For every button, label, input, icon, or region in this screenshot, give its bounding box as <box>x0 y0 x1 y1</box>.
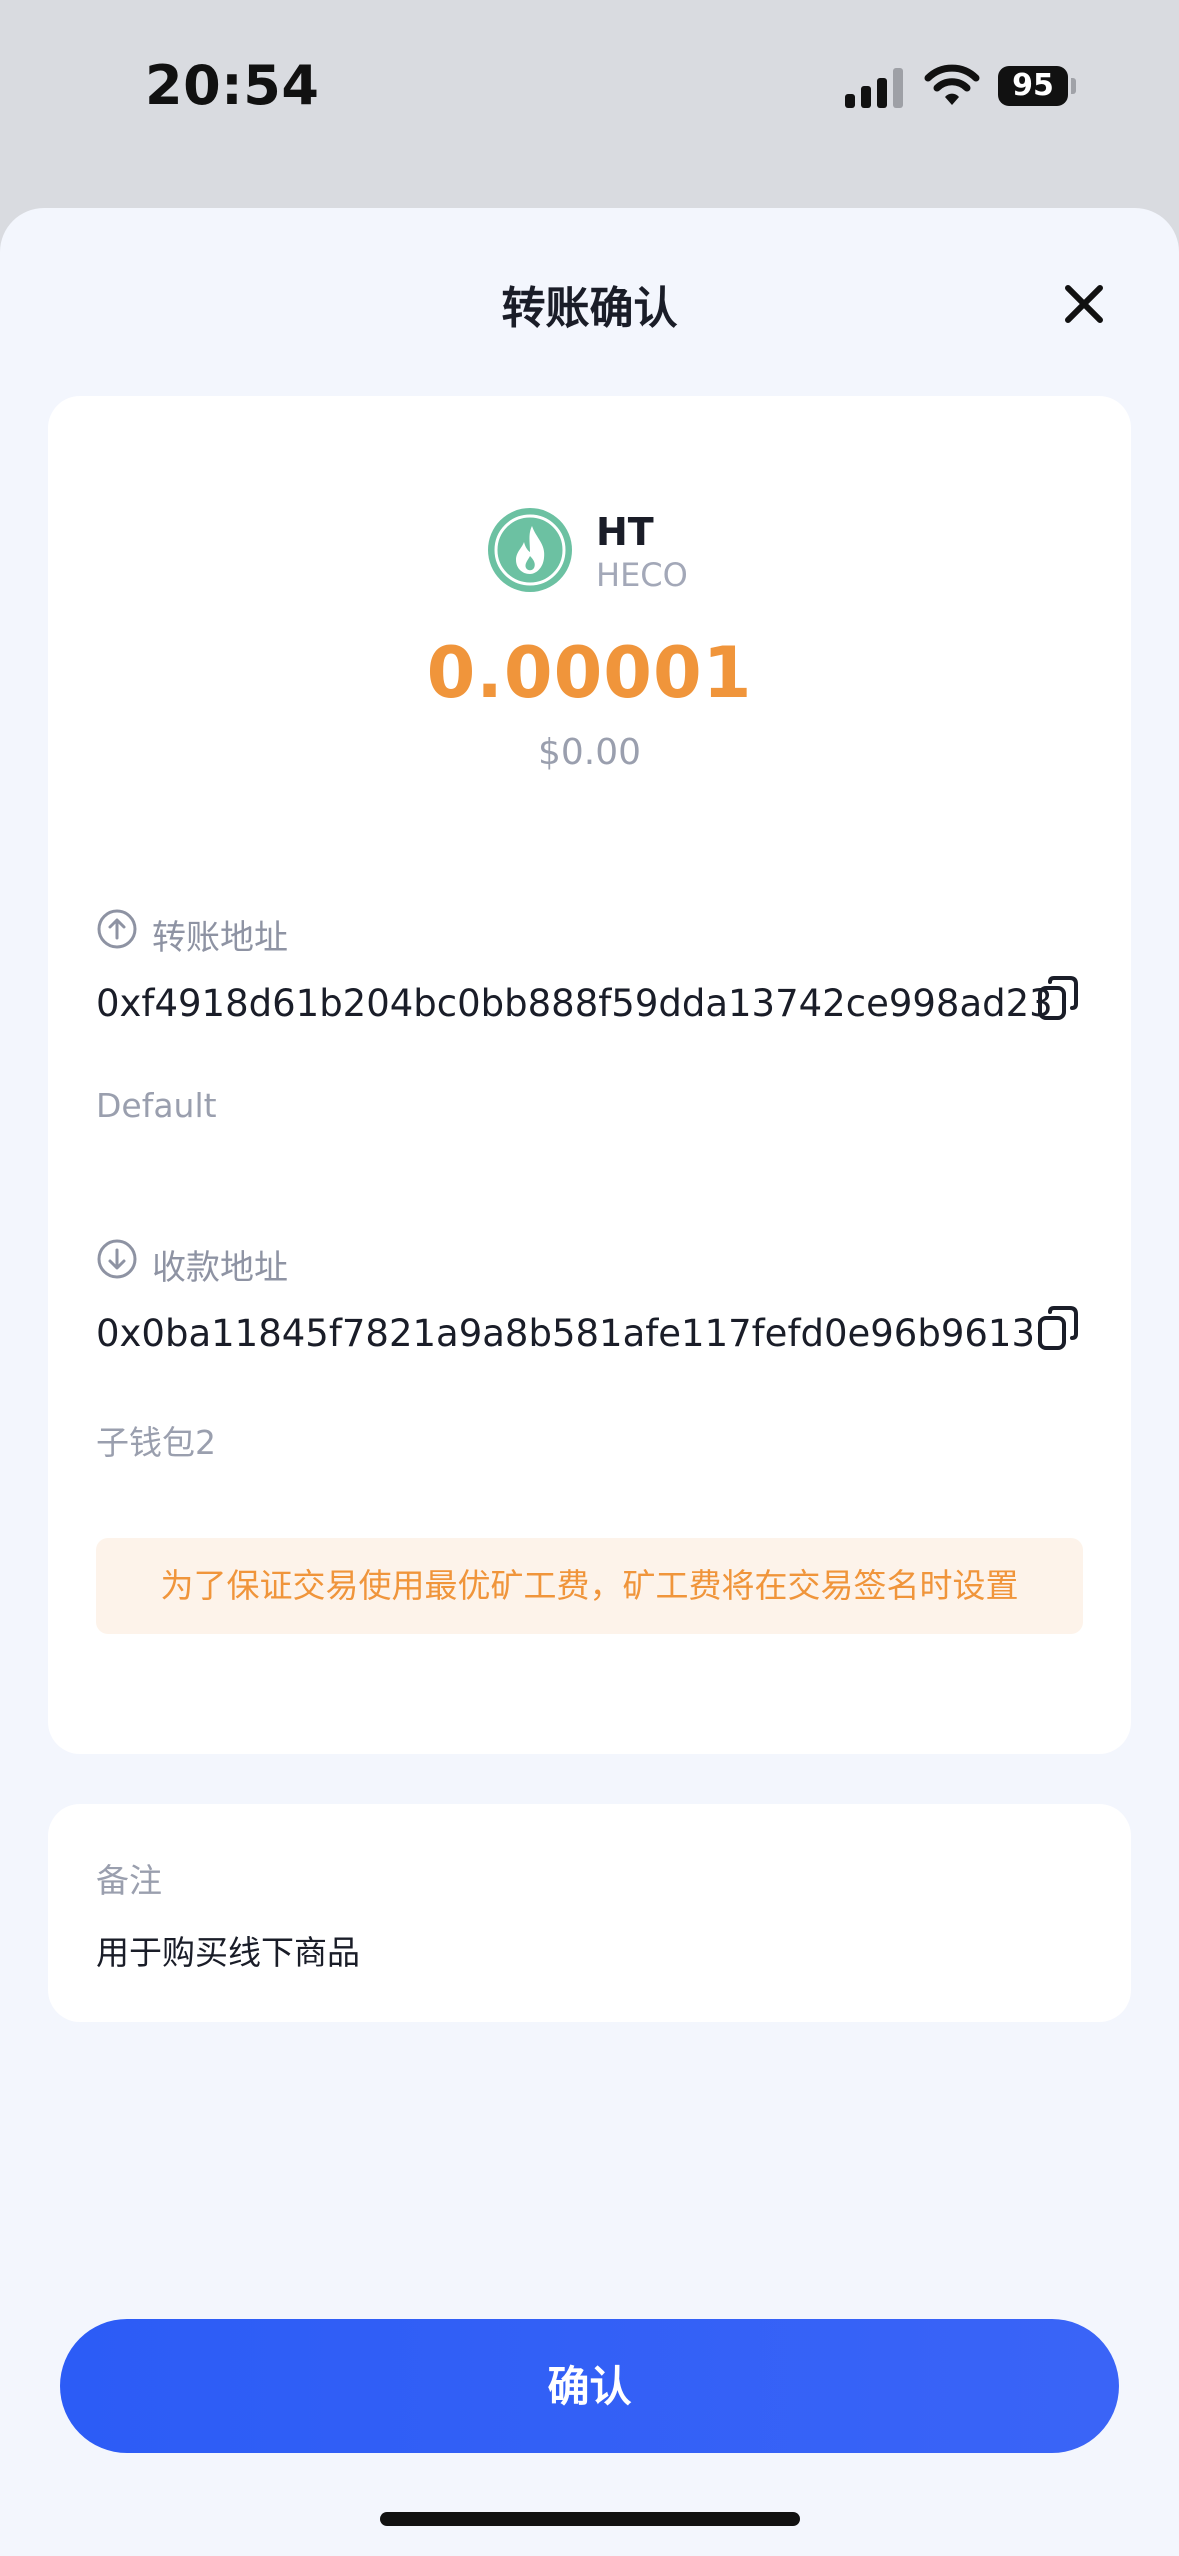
to-address: 0x0ba11845f7821a9a8b581afe117fefd0e96b96… <box>96 1312 1035 1355</box>
heco-flame-icon <box>488 508 572 592</box>
from-wallet-name: Default <box>96 1086 217 1125</box>
token-symbol: HT <box>596 510 654 554</box>
confirm-button[interactable]: 确认 <box>60 2319 1119 2453</box>
note-value: 用于购买线下商品 <box>96 1933 360 1972</box>
note-card: 备注 用于购买线下商品 <box>48 1804 1131 2022</box>
to-wallet-name: 子钱包2 <box>96 1423 216 1462</box>
arrow-down-circle-icon <box>97 1239 137 1279</box>
fee-notice: 为了保证交易使用最优矿工费，矿工费将在交易签名时设置 <box>96 1538 1083 1634</box>
close-icon[interactable] <box>1058 278 1110 330</box>
transfer-confirm-sheet: 转账确认 HT HECO 0.00001 $0.00 转账地址 0xf4918d… <box>0 208 1179 2556</box>
home-indicator <box>380 2512 800 2526</box>
from-address: 0xf4918d61b204bc0bb888f59dda13742ce998ad… <box>96 982 1053 1025</box>
battery-icon: 95 <box>998 66 1076 106</box>
copy-icon[interactable] <box>1036 974 1080 1022</box>
copy-icon[interactable] <box>1036 1304 1080 1352</box>
token-info: HT HECO <box>486 506 786 596</box>
status-time: 20:54 <box>145 54 320 117</box>
fiat-value: $0.00 <box>537 732 642 773</box>
from-address-label: 转账地址 <box>152 918 288 958</box>
to-address-label: 收款地址 <box>152 1248 288 1288</box>
transfer-details-card: HT HECO 0.00001 $0.00 转账地址 0xf4918d61b20… <box>48 396 1131 1754</box>
wifi-icon <box>924 64 980 105</box>
status-bar: 20:54 95 <box>0 0 1179 200</box>
transfer-amount: 0.00001 <box>426 632 753 714</box>
from-address-label-row: 转账地址 <box>96 908 696 958</box>
to-address-label-row: 收款地址 <box>96 1238 696 1288</box>
arrow-up-circle-icon <box>97 909 137 949</box>
note-label: 备注 <box>96 1861 162 1900</box>
sheet-title: 转账确认 <box>501 283 678 334</box>
token-chain: HECO <box>596 556 688 594</box>
cellular-signal-icon <box>845 66 907 108</box>
battery-level: 95 <box>998 66 1068 106</box>
